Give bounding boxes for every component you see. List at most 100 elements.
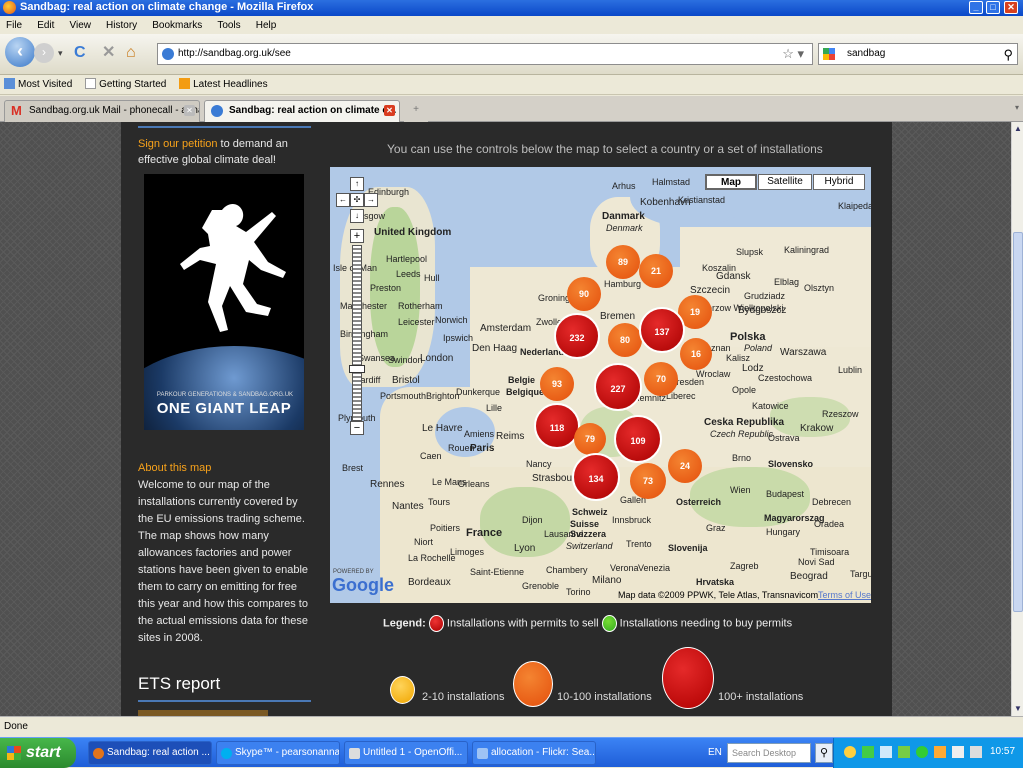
map-type-satellite-button[interactable]: Satellite (758, 174, 812, 190)
installation-bubble[interactable]: 80 (608, 323, 642, 357)
volume-icon[interactable] (952, 746, 964, 758)
map-label: Innsbruck (612, 515, 652, 525)
terms-of-use-link[interactable]: Terms of Use (818, 590, 871, 600)
map-type-map-button[interactable]: Map (705, 174, 757, 190)
tab-close-icon[interactable]: ✕ (184, 105, 195, 116)
pan-left-button[interactable]: ← (336, 193, 350, 207)
map-label: Venezia (638, 563, 671, 573)
tab-close-icon[interactable]: ✕ (384, 105, 395, 116)
map-label: Brno (732, 453, 752, 463)
zoom-in-button[interactable]: + (350, 229, 364, 243)
forward-button[interactable]: › (34, 43, 54, 63)
bookmark-latest-headlines[interactable]: Latest Headlines (179, 78, 268, 90)
installation-bubble[interactable]: 93 (540, 367, 574, 401)
installation-bubble[interactable]: 109 (614, 415, 662, 463)
desktop-search-icon[interactable]: ⚲ (815, 743, 833, 763)
scroll-up-arrow[interactable]: ▲ (1012, 122, 1023, 136)
zoom-out-button[interactable]: − (350, 421, 364, 435)
installation-bubble[interactable]: 16 (680, 338, 712, 370)
tab-gmail[interactable]: M Sandbag.org.uk Mail - phonecall - anna… (4, 100, 200, 122)
tray-icon[interactable] (970, 746, 982, 758)
close-window-button[interactable]: ✕ (1004, 1, 1018, 14)
installation-bubble[interactable]: 70 (644, 362, 678, 396)
installation-bubble[interactable]: 137 (639, 307, 685, 353)
network-icon[interactable] (862, 746, 874, 758)
installation-bubble[interactable]: 73 (630, 463, 666, 499)
installation-bubble[interactable]: 227 (594, 363, 642, 411)
installation-bubble[interactable]: 21 (639, 254, 673, 288)
taskbar-firefox[interactable]: Sandbag: real action ... (88, 741, 212, 765)
minimize-button[interactable]: _ (969, 1, 983, 14)
installation-bubble[interactable]: 89 (606, 245, 640, 279)
installation-bubble[interactable]: 90 (567, 277, 601, 311)
map-type-hybrid-button[interactable]: Hybrid (813, 174, 865, 190)
menu-bar: File Edit View History Bookmarks Tools H… (0, 16, 1023, 34)
bookmark-star-icon[interactable]: ☆ ▾ (782, 44, 804, 64)
google-search-icon[interactable] (823, 48, 835, 60)
pan-right-button[interactable]: → (364, 193, 378, 207)
start-button[interactable]: start (0, 738, 76, 768)
tray-icon[interactable] (934, 746, 946, 758)
petition-link[interactable]: Sign our petition (138, 138, 218, 150)
menu-file[interactable]: File (6, 17, 22, 35)
map-label: France (466, 527, 503, 539)
installation-bubble[interactable]: 134 (572, 453, 620, 501)
one-giant-leap-poster[interactable]: PARKOUR GENERATIONS & SANDBAG.ORG.UK ONE… (144, 174, 304, 430)
map-label: Hartlepool (386, 254, 428, 264)
emissions-map[interactable]: Edinburgh Glasgow United Kingdom Isle of… (330, 167, 871, 603)
map-label: Danmark (602, 211, 645, 222)
taskbar-flickr[interactable]: allocation - Flickr: Sea... (472, 741, 596, 765)
taskbar-skype[interactable]: Skype™ - pearsonanna (216, 741, 340, 765)
new-tab-button[interactable]: + (404, 100, 428, 122)
zoom-slider-handle[interactable] (349, 365, 365, 373)
bookmark-getting-started[interactable]: Getting Started (85, 78, 166, 90)
page-icon (85, 78, 97, 89)
pan-down-button[interactable]: ↓ (350, 209, 364, 223)
installation-bubble[interactable]: 79 (574, 423, 606, 455)
search-icon[interactable]: ⚲ (1003, 45, 1013, 65)
earth-image (144, 346, 304, 430)
pan-up-button[interactable]: ↑ (350, 177, 364, 191)
desktop-search-input[interactable]: Search Desktop (727, 743, 811, 763)
tab-sandbag[interactable]: Sandbag: real action on climate c... ✕ (204, 100, 400, 122)
back-button[interactable]: ‹ (5, 37, 35, 67)
status-text: Done (4, 721, 28, 732)
home-icon[interactable]: ⌂ (126, 44, 136, 62)
signal-icon[interactable] (898, 746, 910, 758)
maximize-button[interactable]: □ (986, 1, 1000, 14)
installation-bubble[interactable]: 24 (668, 449, 702, 483)
map-label: Belgie (508, 375, 536, 385)
zoom-slider[interactable] (352, 245, 362, 421)
stop-icon[interactable]: ✕ (102, 44, 115, 62)
menu-tools[interactable]: Tools (217, 17, 240, 35)
language-indicator[interactable]: EN (708, 747, 722, 758)
menu-view[interactable]: View (69, 17, 91, 35)
map-label: Torino (566, 587, 591, 597)
google-logo[interactable]: Google (332, 575, 394, 596)
pan-center-button[interactable]: ✣ (350, 193, 364, 207)
menu-history[interactable]: History (106, 17, 137, 35)
reload-icon[interactable]: C (74, 44, 86, 62)
tray-icon[interactable] (916, 746, 928, 758)
vertical-scrollbar[interactable]: ▲ ▼ (1011, 122, 1023, 716)
scrollbar-thumb[interactable] (1013, 232, 1023, 612)
url-bar[interactable]: http://sandbag.org.uk/see ☆ ▾ (157, 43, 813, 65)
installation-bubble[interactable]: 232 (554, 313, 600, 359)
history-dropdown-icon[interactable]: ▾ (58, 44, 63, 62)
installation-bubble[interactable]: 118 (534, 403, 580, 449)
legend-buy-text: Installations needing to buy permits (619, 617, 793, 630)
menu-help[interactable]: Help (256, 17, 277, 35)
menu-bookmarks[interactable]: Bookmarks (152, 17, 202, 35)
tray-icon[interactable] (880, 746, 892, 758)
scroll-down-arrow[interactable]: ▼ (1012, 702, 1023, 716)
search-bar[interactable]: sandbag ⚲ (818, 43, 1018, 65)
map-label: Birmingham (340, 329, 389, 339)
map-label: Polska (730, 331, 766, 343)
menu-edit[interactable]: Edit (37, 17, 54, 35)
taskbar-openoffice[interactable]: Untitled 1 - OpenOffi... (344, 741, 468, 765)
tab-list-icon[interactable]: ▾ (1015, 103, 1019, 112)
ets-report-heading: ETS report (138, 674, 221, 693)
tray-icon[interactable] (844, 746, 856, 758)
bookmark-most-visited[interactable]: Most Visited (4, 78, 72, 90)
clock[interactable]: 10:57 (990, 746, 1015, 757)
